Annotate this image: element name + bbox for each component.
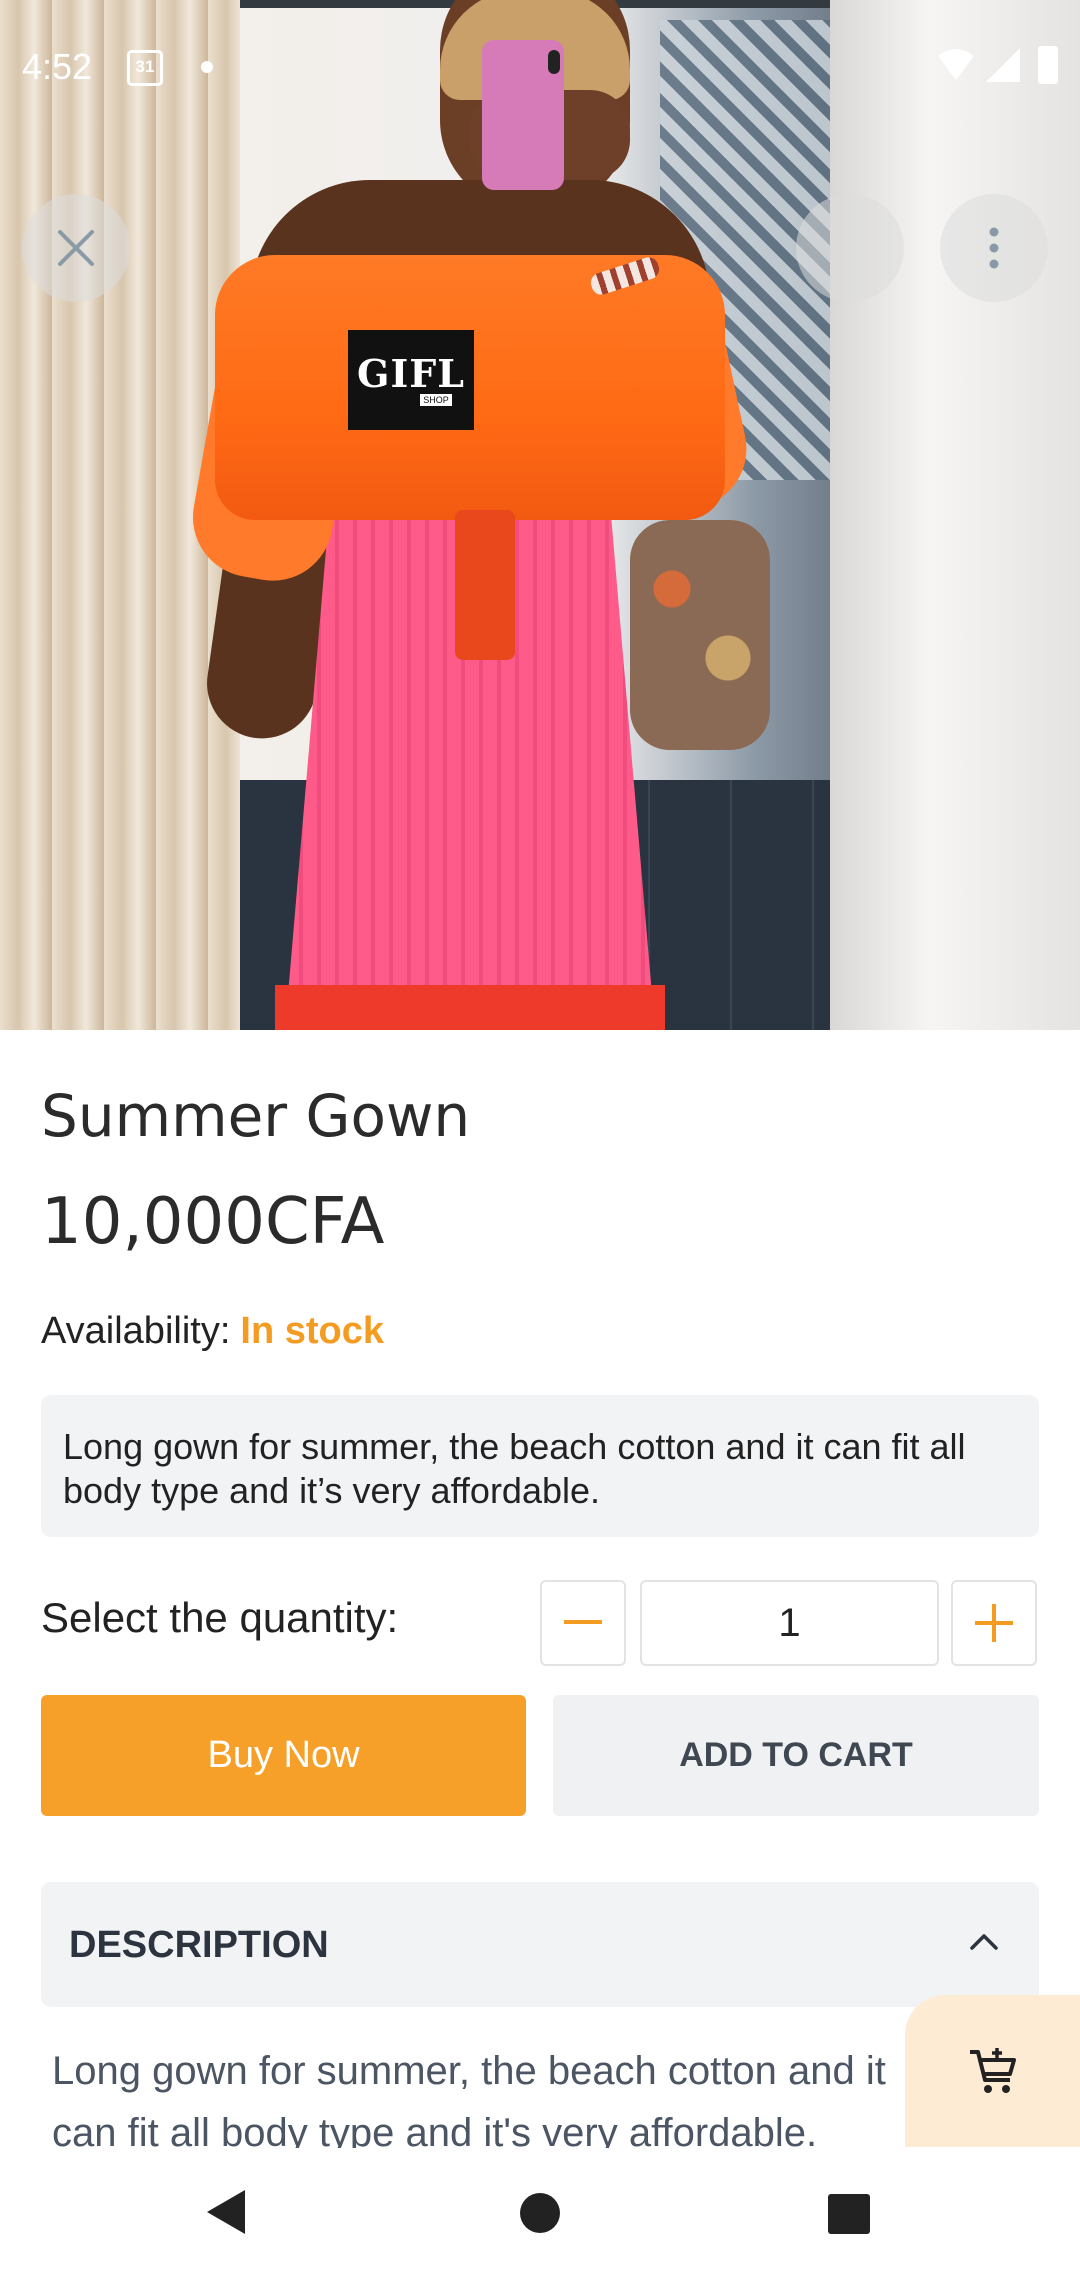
recents-square-icon[interactable] bbox=[828, 2194, 870, 2234]
chevron-up-icon bbox=[970, 1934, 998, 1950]
availability-label: Availability: bbox=[41, 1310, 231, 1352]
home-circle-icon[interactable] bbox=[520, 2193, 560, 2233]
brand-logo-subtext: SHOP bbox=[420, 394, 452, 406]
minus-icon bbox=[564, 1620, 602, 1624]
availability: Availability: In stock bbox=[41, 1310, 384, 1353]
gown-hem-shape bbox=[275, 985, 665, 1030]
back-triangle-icon[interactable] bbox=[205, 2188, 247, 2236]
system-navigation-bar bbox=[0, 2148, 1080, 2280]
cart-add-icon bbox=[969, 2048, 1016, 2093]
signal-icon bbox=[986, 48, 1020, 82]
more-vertical-icon bbox=[989, 227, 999, 269]
brand-logo-text: GIFL bbox=[357, 351, 465, 396]
gown-belt-shape bbox=[455, 510, 515, 660]
description-heading: DESCRIPTION bbox=[69, 1924, 329, 1966]
description-body: Long gown for summer, the beach cotton a… bbox=[52, 2049, 886, 2148]
quantity-decrease-button[interactable] bbox=[540, 1580, 626, 1666]
availability-status: In stock bbox=[240, 1310, 384, 1352]
quantity-increase-button[interactable] bbox=[951, 1580, 1037, 1666]
buy-now-button[interactable]: Buy Now bbox=[41, 1695, 526, 1816]
battery-icon bbox=[1038, 46, 1058, 84]
quantity-input[interactable]: 1 bbox=[640, 1580, 939, 1666]
share-button[interactable] bbox=[796, 194, 904, 302]
brand-logo: GIFL SHOP bbox=[348, 330, 474, 430]
more-options-button[interactable] bbox=[940, 194, 1048, 302]
plus-icon bbox=[975, 1604, 1013, 1642]
product-price: 10,000CFA bbox=[41, 1185, 385, 1259]
description-accordion-header[interactable]: DESCRIPTION bbox=[41, 1882, 1039, 2007]
close-button[interactable] bbox=[22, 194, 130, 302]
cart-floating-button[interactable] bbox=[905, 1995, 1080, 2147]
chair-shape bbox=[630, 520, 770, 750]
wifi-icon bbox=[938, 49, 974, 80]
add-to-cart-button[interactable]: ADD TO CART bbox=[553, 1695, 1039, 1816]
calendar-icon: 31 bbox=[127, 50, 163, 86]
notification-dot-icon bbox=[201, 61, 213, 73]
doorframe-shape bbox=[830, 0, 1080, 1030]
product-title: Summer Gown bbox=[41, 1082, 471, 1150]
short-description: Long gown for summer, the beach cotton a… bbox=[41, 1395, 1039, 1537]
product-image[interactable]: GIFL SHOP bbox=[0, 0, 1080, 1030]
quantity-label: Select the quantity: bbox=[41, 1594, 399, 1641]
status-time: 4:52 bbox=[22, 46, 93, 87]
status-bar: 4:52 31 bbox=[0, 0, 1080, 120]
close-icon bbox=[58, 230, 94, 266]
